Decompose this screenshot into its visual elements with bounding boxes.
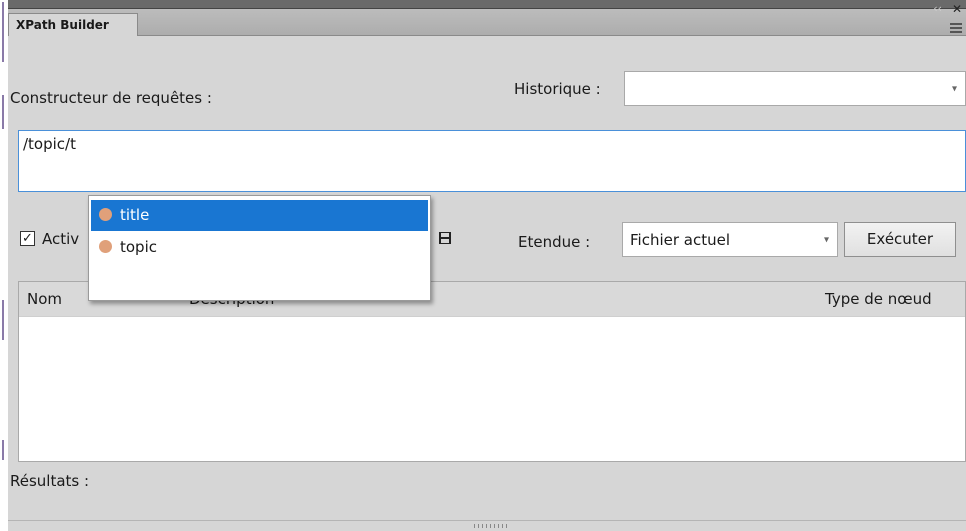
chevron-down-icon: ▾ [951, 83, 957, 94]
element-node-icon [99, 207, 112, 221]
autocomplete-item-topic[interactable]: topic [91, 232, 428, 263]
execute-button[interactable]: Exécuter [844, 222, 956, 257]
panel-titlebar [8, 0, 966, 9]
save-icon[interactable] [438, 231, 452, 245]
collapse-icon[interactable]: ‹‹ [933, 3, 942, 15]
autocomplete-item-label: title [120, 206, 150, 224]
history-dropdown[interactable]: ▾ [624, 71, 966, 106]
activate-label: Activ [42, 230, 80, 248]
chevron-down-icon: ▾ [823, 234, 829, 245]
autocomplete-item-title[interactable]: title [91, 200, 428, 231]
panel-menu-icon[interactable] [950, 23, 962, 33]
scope-value: Fichier actuel [630, 231, 731, 249]
query-builder-label: Constructeur de requêtes : [10, 89, 212, 107]
autocomplete-item-label: topic [120, 238, 157, 256]
tab-xpath-builder[interactable]: XPath Builder [8, 13, 138, 36]
autocomplete-popup: title topic [88, 195, 431, 301]
close-icon[interactable]: ✕ [952, 3, 962, 15]
query-input[interactable]: /topic/t [18, 130, 966, 192]
activate-checkbox[interactable]: ✓ [20, 231, 35, 246]
column-header-name[interactable]: Nom [27, 290, 62, 308]
scope-label: Etendue : [518, 233, 591, 251]
tab-strip: XPath Builder ‹‹ ✕ [8, 3, 966, 36]
column-header-node-type[interactable]: Type de nœud [825, 290, 932, 308]
left-edge [0, 0, 8, 531]
history-label: Historique : [514, 80, 601, 98]
results-label: Résultats : [10, 472, 90, 490]
results-table[interactable]: Nom Description Type de nœud [18, 281, 966, 462]
resize-grip[interactable] [8, 520, 966, 531]
element-node-icon [99, 239, 112, 253]
scope-dropdown[interactable]: Fichier actuel ▾ [622, 222, 838, 257]
